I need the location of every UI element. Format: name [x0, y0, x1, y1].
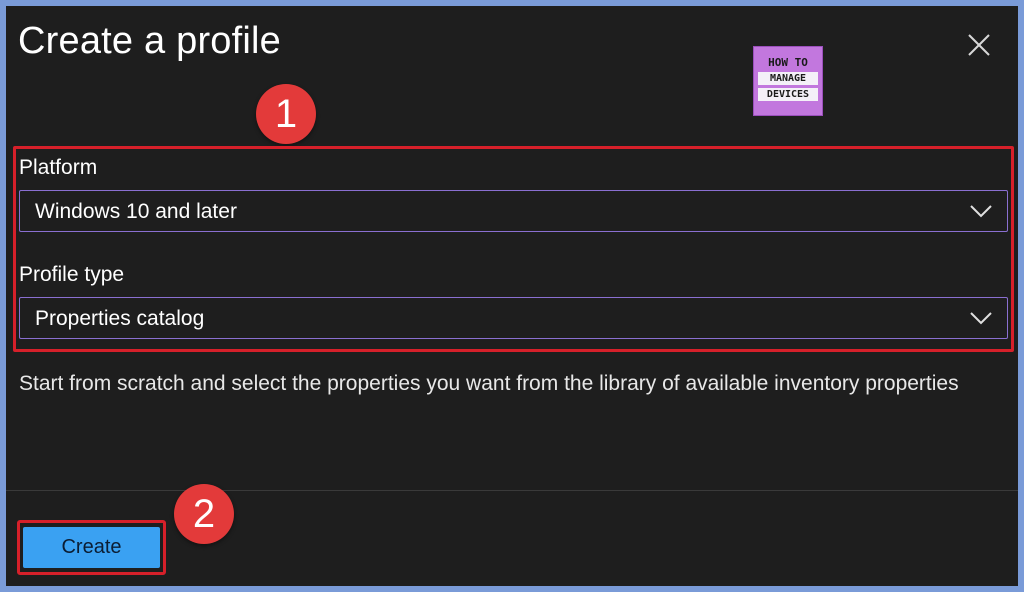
chevron-down-icon [969, 203, 993, 219]
logo-line-3: DEVICES [758, 88, 818, 101]
platform-dropdown[interactable]: Windows 10 and later [19, 190, 1008, 232]
footer-divider [6, 490, 1018, 491]
profile-type-dropdown[interactable]: Properties catalog [19, 297, 1008, 339]
profile-type-selected-value: Properties catalog [35, 307, 205, 330]
logo-line-1: HOW TO [768, 56, 808, 69]
profile-type-description: Start from scratch and select the proper… [19, 372, 959, 395]
step-marker-1: 1 [256, 84, 316, 144]
platform-label: Platform [19, 156, 98, 179]
close-icon[interactable] [962, 28, 996, 62]
platform-selected-value: Windows 10 and later [35, 200, 237, 223]
create-profile-dialog: Create a profile HOW TO MANAGE DEVICES 1… [6, 6, 1018, 586]
create-button[interactable]: Create [23, 527, 160, 568]
chevron-down-icon [969, 310, 993, 326]
step-marker-2: 2 [174, 484, 234, 544]
logo-line-2: MANAGE [758, 72, 818, 85]
how-to-manage-devices-logo: HOW TO MANAGE DEVICES [753, 46, 823, 116]
dialog-title: Create a profile [18, 20, 282, 62]
profile-type-label: Profile type [19, 263, 125, 286]
